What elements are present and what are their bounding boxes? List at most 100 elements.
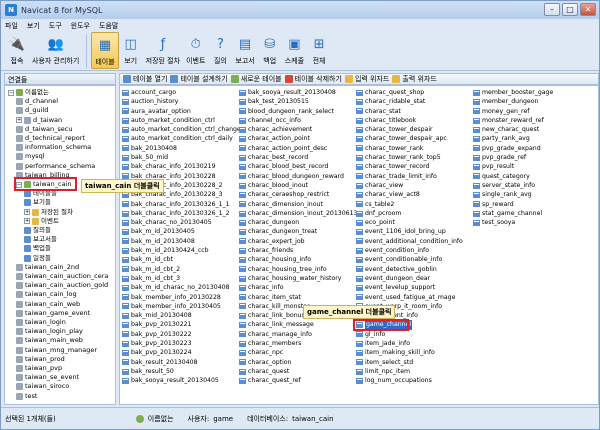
table-item[interactable]: test_sooya	[473, 218, 591, 227]
table-item[interactable]: charac_titlebook	[356, 116, 474, 125]
table-item[interactable]: charac_tower_rank_top5	[356, 153, 474, 162]
table-item[interactable]: event_detective_goblin	[356, 265, 474, 274]
toolbar-button-backup[interactable]: ⛁ 백업	[258, 32, 282, 69]
table-item[interactable]: charac_achievement	[239, 125, 357, 134]
table-item[interactable]: member_booster_gage	[473, 88, 591, 97]
tree-item[interactable]: + 저장된 절차	[24, 208, 73, 217]
table-item[interactable]: cs_table2	[356, 200, 474, 209]
table-item[interactable]: bak_charac_info_20130219	[122, 162, 240, 171]
table-item[interactable]: event_conditionable_info	[356, 255, 474, 264]
toolbar-button-all[interactable]: ⊞ 전체	[307, 32, 331, 69]
table-item[interactable]: member_dungeon	[473, 97, 591, 106]
tree-item[interactable]: 보고서들	[24, 235, 57, 244]
table-item[interactable]: charac_housing_tree_info	[239, 265, 357, 274]
table-item[interactable]: account_cargo	[122, 88, 240, 97]
table-item[interactable]: aura_avatar_option	[122, 107, 240, 116]
table-item[interactable]: charac_dimension_inout	[239, 200, 357, 209]
tree-item[interactable]: taiwan_pvp	[16, 364, 62, 373]
toolbar-button-procedure[interactable]: ƒ 저장된 절차	[143, 32, 183, 69]
table-item[interactable]: bak_pvp_20130221	[122, 320, 240, 329]
menu-item-3[interactable]: 윈도우	[71, 21, 90, 31]
table-item[interactable]: bak_charac_info_20130326_1_1	[122, 200, 240, 209]
table-item[interactable]: bak_50_mid	[122, 153, 240, 162]
table-item[interactable]: event_additional_condition_info	[356, 237, 474, 246]
table-item[interactable]: charac_info	[239, 283, 357, 292]
table-item[interactable]: charac_expert_job	[239, 237, 357, 246]
tree-item[interactable]: test	[16, 392, 37, 401]
table-item[interactable]: single_rank_avg	[473, 190, 591, 199]
table-item[interactable]: charac_stat	[356, 107, 474, 116]
collapse-icon[interactable]: −	[8, 89, 14, 96]
expand-icon[interactable]: +	[16, 117, 22, 124]
tree-item[interactable]: − 이름없는	[8, 88, 49, 97]
tree-item[interactable]: 일정들	[24, 254, 51, 263]
table-item[interactable]: auto_market_condition_ctrl	[122, 116, 240, 125]
toolbar-button-report[interactable]: ▤ 보고서	[232, 32, 257, 69]
tree-item[interactable]: taiwan_cain_auction_cera	[16, 272, 108, 281]
table-item[interactable]: bak_m_id_20130408	[122, 237, 240, 246]
table-item[interactable]: log_num_occupations	[356, 376, 474, 385]
table-item[interactable]: charac_quest_shop	[356, 88, 474, 97]
table-item[interactable]: bak_m_id_20130424_ccb	[122, 246, 240, 255]
table-item[interactable]: charac_blood_dungeon_reward	[239, 172, 357, 181]
table-item[interactable]: bak_mid_20130408	[122, 311, 240, 320]
table-item[interactable]: auction_history	[122, 97, 240, 106]
title-bar[interactable]: N Navicat 8 for MySQL – □ ✕	[1, 1, 599, 19]
toolbar-button-schedule[interactable]: ▣ 스케줄	[282, 32, 307, 69]
tree-item[interactable]: 백업들	[24, 244, 51, 253]
tree-item[interactable]: 질의들	[24, 226, 51, 235]
table-item[interactable]: bak_member_info_20130405	[122, 302, 240, 311]
table-item[interactable]: bak_pvp_20130223	[122, 339, 240, 348]
toolbar-button-table[interactable]: ▦ 테이블	[91, 32, 119, 69]
expand-icon[interactable]: +	[24, 218, 30, 225]
tree-item[interactable]: d_technical_report	[16, 134, 85, 143]
table-item[interactable]: charac_view_act8	[356, 190, 474, 199]
table-item[interactable]: charac_members	[239, 339, 357, 348]
tree-item[interactable]: taiwan_siroco	[16, 382, 69, 391]
connection-tree[interactable]: − 이름없는 d_channel d_guild + d_taiwan d_taiwan_s…	[4, 85, 116, 405]
close-button[interactable]: ✕	[580, 3, 596, 16]
tree-item[interactable]: taiwan_cain_log	[16, 290, 77, 299]
table-item[interactable]: new_charac_quest	[473, 125, 591, 134]
table-item[interactable]: bak_charac_no_20130405	[122, 218, 240, 227]
table-item[interactable]: bak_result_50	[122, 367, 240, 376]
table-item[interactable]: channel_occ_info	[239, 116, 357, 125]
table-item[interactable]: bak_test_20130515	[239, 97, 357, 106]
table-item[interactable]: bak_pvp_20130222	[122, 330, 240, 339]
table-item[interactable]: charac_best_record	[239, 153, 357, 162]
tree-item[interactable]: taiwan_prod	[16, 355, 65, 364]
menu-item-0[interactable]: 파일	[5, 21, 18, 31]
tree-item[interactable]: d_channel	[16, 97, 58, 106]
table-item[interactable]: bak_m_id_20130405	[122, 227, 240, 236]
toolbar-button-plug[interactable]: 🔌 접속	[5, 32, 29, 69]
tree-item[interactable]: taiwan_cain_web	[16, 300, 80, 309]
tree-item[interactable]: taiwan_main_web	[16, 336, 83, 345]
table-item[interactable]: bak_charac_info_20130326_1_2	[122, 209, 240, 218]
table-item[interactable]: bak_pvp_20130224	[122, 348, 240, 357]
table-item[interactable]: event_used_fatigue_at_mage	[356, 293, 474, 302]
tree-item[interactable]: 보기들	[24, 198, 51, 207]
table-item[interactable]: dnf_pcroom	[356, 209, 474, 218]
table-item[interactable]: charac_tower_record	[356, 162, 474, 171]
tree-item[interactable]: taiwan_cain_auction_gold	[16, 281, 108, 290]
table-item[interactable]: bak_m_id_charac_no_20130408	[122, 283, 240, 292]
expand-icon[interactable]: +	[24, 209, 30, 216]
table-item[interactable]: charac_action_point_desc	[239, 144, 357, 153]
table-item[interactable]: charac_dimension_inout_20130613	[239, 209, 357, 218]
table-item[interactable]: charac_dungeon	[239, 218, 357, 227]
tree-item[interactable]: information_schema	[16, 143, 91, 152]
table-item[interactable]: party_rank_avg	[473, 134, 591, 143]
object-toolbar-button-2[interactable]: 새로운 테이블	[230, 74, 282, 84]
table-item[interactable]: bak_sooya_result_20130408	[239, 88, 357, 97]
table-item[interactable]: charac_quest_ref	[239, 376, 357, 385]
tree-item[interactable]: d_guild	[16, 106, 48, 115]
table-item[interactable]: bak_20130408	[122, 144, 240, 153]
table-item[interactable]: event_1106_idol_bring_up	[356, 227, 474, 236]
table-item[interactable]: item_making_skill_info	[356, 348, 474, 357]
table-item[interactable]: charac_friends	[239, 246, 357, 255]
table-item[interactable]: event_levelup_support	[356, 283, 474, 292]
table-item[interactable]: charac_option	[239, 358, 357, 367]
object-toolbar-button-0[interactable]: 테이블 열기	[123, 74, 167, 84]
table-item[interactable]: charac_quest	[239, 367, 357, 376]
maximize-button[interactable]: □	[562, 3, 578, 16]
